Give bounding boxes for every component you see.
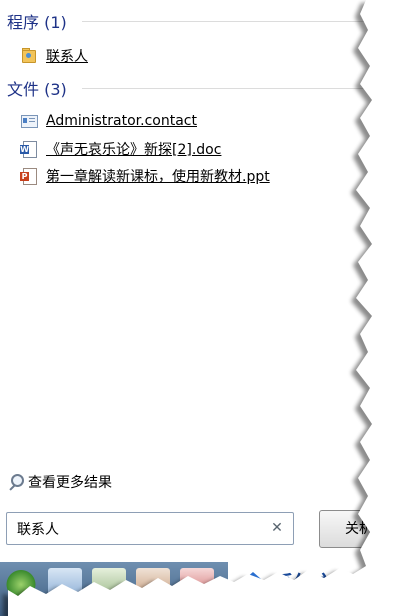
start-orb-icon[interactable] xyxy=(4,568,38,598)
file-item-ppt[interactable]: P 第一章解读新课标，使用新教材.ppt xyxy=(20,165,270,187)
program-item-contacts[interactable]: 联系人 xyxy=(20,45,88,67)
magnifier-icon xyxy=(6,473,24,491)
see-more-results-label: 查看更多结果 xyxy=(28,475,112,491)
see-more-results-link[interactable]: 查看更多结果 xyxy=(6,472,112,492)
files-separator xyxy=(82,88,382,89)
file-item-contact[interactable]: Administrator.contact xyxy=(20,110,197,132)
search-input[interactable] xyxy=(15,519,259,538)
contact-card-icon xyxy=(20,112,38,130)
watermark-title: 系统之家 xyxy=(274,571,354,595)
shutdown-button[interactable]: 关机 xyxy=(319,510,389,548)
taskbar-app-icon[interactable] xyxy=(92,568,126,598)
files-section-header: 文件 (3) xyxy=(7,77,67,99)
programs-section-header: 程序 (1) xyxy=(7,10,67,32)
files-header-label: 文件 (3) xyxy=(7,80,67,99)
taskbar-app-icon[interactable] xyxy=(136,568,170,598)
house-logo-icon xyxy=(238,572,268,601)
programs-header-label: 程序 (1) xyxy=(7,13,67,32)
shutdown-label: 关机 xyxy=(345,521,373,537)
folder-contact-icon xyxy=(20,47,38,65)
watermark-url: Win10net.com xyxy=(279,594,374,609)
taskbar-app-icon[interactable] xyxy=(180,568,214,598)
file-item-label: 第一章解读新课标，使用新教材.ppt xyxy=(46,169,270,185)
powerpoint-document-icon: P xyxy=(20,167,38,185)
file-item-doc[interactable]: W 《声无哀乐论》新探[2].doc xyxy=(20,138,221,160)
taskbar-app-icon[interactable] xyxy=(48,568,82,598)
word-document-icon: W xyxy=(20,140,38,158)
search-box: ✕ xyxy=(6,512,294,545)
programs-separator xyxy=(82,21,382,22)
start-menu-search-screen: 程序 (1) 联系人 文件 (3) Administrator.contact … xyxy=(0,0,401,616)
file-item-label: Administrator.contact xyxy=(46,113,197,129)
file-item-label: 《声无哀乐论》新探[2].doc xyxy=(46,142,222,158)
program-item-label: 联系人 xyxy=(46,49,88,65)
clear-x-icon[interactable]: ✕ xyxy=(269,520,285,536)
start-menu-panel: 程序 (1) 联系人 文件 (3) Administrator.contact … xyxy=(0,0,401,616)
